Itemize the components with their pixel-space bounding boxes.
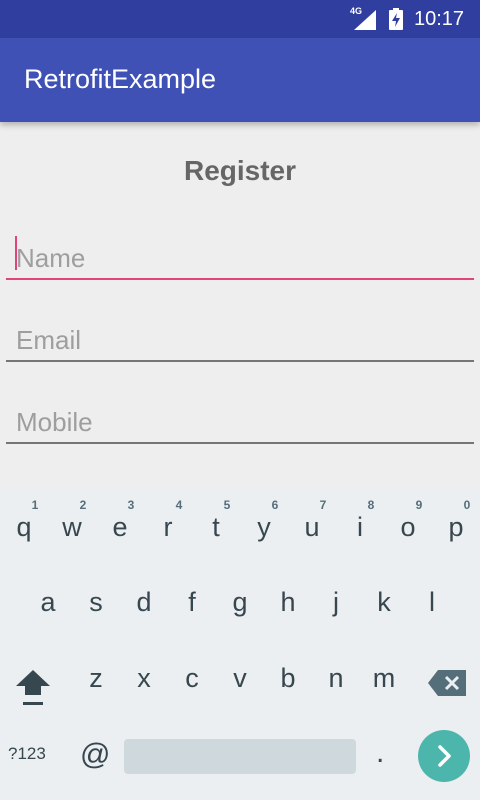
app-title: RetrofitExample	[24, 64, 217, 94]
key-z[interactable]: z	[72, 641, 120, 711]
soft-keyboard: q1w2e3r4t5y6u7i8o9p0 asdfghjkl zxcvbnm ?…	[0, 490, 480, 800]
go-button[interactable]	[418, 730, 470, 782]
page-title: Register	[183, 155, 297, 186]
email-field[interactable]: Email	[6, 314, 474, 362]
key-label: z	[89, 663, 103, 693]
key-r[interactable]: r4	[144, 490, 192, 560]
key-x[interactable]: x	[120, 641, 168, 711]
shift-icon[interactable]	[12, 666, 54, 710]
key-q[interactable]: q1	[0, 490, 48, 560]
key-label: o	[400, 512, 416, 542]
key-label: x	[137, 663, 151, 693]
app-bar: RetrofitExample	[0, 38, 480, 122]
signal-icon	[354, 10, 376, 30]
key-p[interactable]: p0	[432, 490, 480, 560]
key-number-hint: 0	[463, 498, 471, 512]
key-k[interactable]: k	[360, 565, 408, 635]
key-label: f	[188, 587, 196, 617]
period-key[interactable]: .	[376, 736, 384, 770]
key-b[interactable]: b	[264, 641, 312, 711]
key-label: t	[212, 512, 220, 542]
at-key[interactable]: @	[80, 738, 110, 772]
key-u[interactable]: u7	[288, 490, 336, 560]
key-label: q	[16, 512, 32, 542]
key-w[interactable]: w2	[48, 490, 96, 560]
key-g[interactable]: g	[216, 565, 264, 635]
key-e[interactable]: e3	[96, 490, 144, 560]
mobile-placeholder: Mobile	[16, 407, 93, 437]
key-label: w	[62, 512, 82, 542]
key-label: k	[377, 587, 391, 617]
chevron-right-icon	[438, 745, 451, 767]
key-n[interactable]: n	[312, 641, 360, 711]
key-m[interactable]: m	[360, 641, 408, 711]
key-label: m	[372, 663, 396, 693]
key-number-hint: 7	[319, 498, 327, 512]
space-key[interactable]	[124, 739, 356, 774]
key-label: n	[328, 663, 344, 693]
key-j[interactable]: j	[312, 565, 360, 635]
key-number-hint: 2	[79, 498, 87, 512]
key-label: g	[232, 587, 248, 617]
key-label: a	[40, 587, 56, 617]
status-bar: 4G 10:17	[0, 0, 480, 38]
key-label: r	[163, 512, 173, 542]
key-label: b	[280, 663, 296, 693]
key-s[interactable]: s	[72, 565, 120, 635]
key-t[interactable]: t5	[192, 490, 240, 560]
key-label: u	[304, 512, 320, 542]
key-number-hint: 9	[415, 498, 423, 512]
backspace-icon[interactable]	[426, 668, 468, 698]
key-number-hint: 4	[175, 498, 183, 512]
name-placeholder: Name	[16, 243, 86, 273]
key-c[interactable]: c	[168, 641, 216, 711]
key-number-hint: 8	[367, 498, 375, 512]
key-a[interactable]: a	[24, 565, 72, 635]
battery-charging-icon	[389, 8, 403, 30]
key-number-hint: 6	[271, 498, 279, 512]
status-time: 10:17	[414, 8, 465, 30]
mobile-field[interactable]: Mobile	[6, 396, 474, 444]
key-l[interactable]: l	[408, 565, 456, 635]
key-number-hint: 1	[31, 498, 39, 512]
key-label: i	[357, 512, 363, 542]
key-label: y	[257, 512, 271, 542]
key-label: p	[448, 512, 464, 542]
key-o[interactable]: o9	[384, 490, 432, 560]
key-i[interactable]: i8	[336, 490, 384, 560]
key-label: v	[233, 663, 247, 693]
name-field[interactable]: Name	[6, 232, 474, 280]
key-label: l	[429, 587, 435, 617]
key-y[interactable]: y6	[240, 490, 288, 560]
key-label: d	[136, 587, 152, 617]
key-label: j	[333, 587, 339, 617]
key-label: c	[185, 663, 199, 693]
symbols-key[interactable]: ?123	[8, 744, 46, 764]
key-label: s	[89, 587, 103, 617]
email-placeholder: Email	[16, 325, 82, 355]
key-label: h	[280, 587, 296, 617]
key-number-hint: 3	[127, 498, 135, 512]
key-h[interactable]: h	[264, 565, 312, 635]
key-number-hint: 5	[223, 498, 231, 512]
key-f[interactable]: f	[168, 565, 216, 635]
key-d[interactable]: d	[120, 565, 168, 635]
key-label: e	[112, 512, 128, 542]
key-v[interactable]: v	[216, 641, 264, 711]
